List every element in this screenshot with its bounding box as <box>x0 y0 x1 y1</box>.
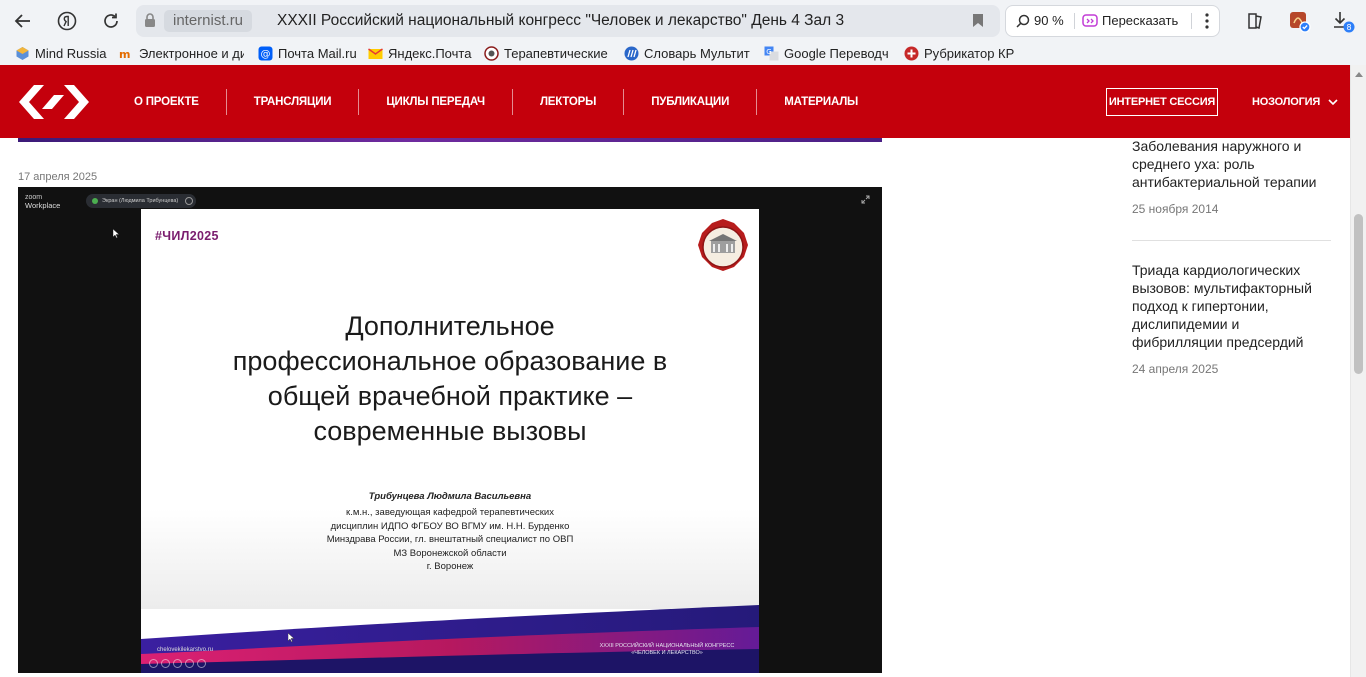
arrow-left-icon <box>14 14 30 28</box>
edu-icon: m <box>119 46 134 61</box>
nozology-label: НОЗОЛОГИЯ <box>1252 96 1321 108</box>
nav-item-broadcasts[interactable]: ТРАНСЛЯЦИИ <box>227 88 360 115</box>
chevron-down-icon <box>1328 98 1338 105</box>
yandex-logo-icon <box>57 11 77 31</box>
bookmark-item[interactable]: Mind Russia <box>15 44 111 63</box>
bookmark-item[interactable]: @ Почта Mail.ru <box>258 44 360 63</box>
bookmark-item[interactable]: Рубрикатор КР <box>904 44 1019 63</box>
main-nav: О ПРОЕКТЕ ТРАНСЛЯЦИИ ЦИКЛЫ ПЕРЕДАЧ ЛЕКТО… <box>107 65 885 138</box>
related-article[interactable]: Триада кардиологических вызовов: мультиф… <box>1132 261 1332 376</box>
browser-toolbar: internist.ru XXXII Российский национальн… <box>0 0 1366 42</box>
related-article-date: 25 ноября 2014 <box>1132 202 1219 216</box>
related-article-date: 24 апреля 2025 <box>1132 362 1219 376</box>
zoom-brand-label: Workplace <box>25 201 61 210</box>
nav-item-lecturers[interactable]: ЛЕКТОРЫ <box>513 88 625 115</box>
page-scrollbar[interactable] <box>1350 65 1366 677</box>
slide-pen-icon[interactable] <box>161 659 170 668</box>
slide-menu-icon[interactable] <box>185 659 194 668</box>
collections-icon <box>1248 13 1262 29</box>
svg-text:@: @ <box>261 49 271 60</box>
download-icon: 8 <box>1334 12 1355 33</box>
bookmark-item[interactable]: Словарь Мультит <box>624 44 751 63</box>
previous-video-banner[interactable] <box>18 138 882 142</box>
post-date: 17 апреля 2025 <box>18 171 98 183</box>
zoom-workplace-logo: zoom Workplace <box>25 194 60 211</box>
fullscreen-icon[interactable] <box>861 195 870 204</box>
site-logo-icon[interactable] <box>18 83 90 121</box>
presentation-slide: #ЧИЛ2025 Дополнительное профессиональное… <box>141 209 759 673</box>
sidebar-divider <box>1132 240 1331 241</box>
slide-author-info: к.м.н., заведующая кафедрой терапевтичес… <box>326 507 574 572</box>
slide-zoom-icon[interactable] <box>173 659 182 668</box>
zoom-lens-icon[interactable] <box>1016 14 1030 28</box>
slide-title: Дополнительное профессиональное образова… <box>232 311 668 446</box>
multitran-icon <box>624 46 639 61</box>
mouse-cursor-icon <box>113 229 120 239</box>
reload-button[interactable] <box>96 6 126 36</box>
address-domain[interactable]: internist.ru <box>164 10 253 32</box>
svg-text:m: m <box>119 48 130 61</box>
address-bar[interactable]: internist.ru XXXII Российский национальн… <box>136 5 1000 37</box>
screen-share-bar[interactable]: Экран (Людмила Трибунцева) <box>86 194 196 208</box>
related-article-title[interactable]: Заболевания наружного и среднего уха: ро… <box>1132 137 1332 191</box>
mail-icon: @ <box>258 46 273 61</box>
bookmark-item[interactable]: m Электронное и ди <box>119 44 244 63</box>
yandex-button[interactable] <box>52 6 82 36</box>
reload-icon <box>104 13 118 28</box>
slide-hashtag: #ЧИЛ2025 <box>155 229 219 243</box>
divider <box>1191 13 1192 29</box>
yandex-mail-icon <box>368 46 383 61</box>
nav-item-materials[interactable]: МАТЕРИАЛЫ <box>757 89 885 115</box>
slide-congress-name: XXXII РОССИЙСКИЙ НАЦИОНАЛЬНЫЙ КОНГРЕСС «… <box>599 643 735 656</box>
scrollbar-thumb[interactable] <box>1354 214 1363 374</box>
slide-author: Трибунцева Людмила Васильевна <box>368 491 532 502</box>
university-seal-icon <box>698 219 748 271</box>
slide-next-icon[interactable] <box>197 659 206 668</box>
scroll-up-arrow-icon[interactable] <box>1355 71 1363 77</box>
profile-button[interactable] <box>1284 6 1314 36</box>
share-options-icon[interactable] <box>185 197 193 205</box>
svg-text:G: G <box>766 48 771 56</box>
profile-avatar-icon <box>1290 12 1311 33</box>
mouse-cursor-icon <box>288 633 295 643</box>
share-status-icon <box>92 198 98 204</box>
related-article[interactable]: Заболевания наружного и среднего уха: ро… <box>1132 137 1332 216</box>
slide-controls <box>149 659 206 668</box>
nav-item-series[interactable]: ЦИКЛЫ ПЕРЕДАЧ <box>359 88 513 115</box>
related-article-title[interactable]: Триада кардиологических вызовов: мультиф… <box>1132 261 1332 351</box>
back-button[interactable] <box>8 6 38 36</box>
bookmark-icon[interactable] <box>972 13 984 28</box>
nav-item-about[interactable]: О ПРОЕКТЕ <box>107 88 227 115</box>
retell-icon[interactable] <box>1082 13 1098 29</box>
zoom-level[interactable]: 90 % <box>1034 6 1064 36</box>
nozology-dropdown[interactable]: НОЗОЛОГИЯ <box>1252 88 1338 116</box>
collections-button[interactable] <box>1240 6 1270 36</box>
downloads-badge: 8 <box>1346 23 1351 32</box>
therapy-icon <box>484 46 499 61</box>
bookmark-item[interactable]: Терапевтические <box>484 44 611 63</box>
lock-icon <box>145 13 155 27</box>
rubricator-icon <box>904 46 919 61</box>
slide-website: chelovekilekarstvo.ru <box>157 647 214 653</box>
slide-prev-icon[interactable] <box>149 659 158 668</box>
bookmarks-bar: Mind Russia m Электронное и ди @ Почта M… <box>0 42 1366 65</box>
translate-icon: G <box>764 46 779 61</box>
bookmark-item[interactable]: Яндекс.Почта <box>368 44 475 63</box>
zoom-retell-group: 90 % Пересказать <box>1005 5 1220 37</box>
nav-item-publications[interactable]: ПУБЛИКАЦИИ <box>624 88 758 115</box>
video-player[interactable]: zoom Workplace Экран (Людмила Трибунцева… <box>18 187 882 673</box>
mind-russia-icon <box>15 46 30 61</box>
divider <box>1074 13 1075 29</box>
internet-session-button[interactable]: ИНТЕРНЕТ СЕССИЯ <box>1106 88 1218 116</box>
retell-button[interactable]: Пересказать <box>1102 6 1178 36</box>
more-vertical-icon[interactable] <box>1199 12 1215 30</box>
bookmark-item[interactable]: G Google Переводч <box>764 44 891 63</box>
site-header: О ПРОЕКТЕ ТРАНСЛЯЦИИ ЦИКЛЫ ПЕРЕДАЧ ЛЕКТО… <box>0 65 1350 138</box>
share-text: Экран (Людмила Трибунцева) <box>102 198 179 204</box>
address-page-title[interactable]: XXXII Российский национальный конгресс "… <box>277 5 844 37</box>
downloads-button[interactable]: 8 <box>1328 6 1358 36</box>
